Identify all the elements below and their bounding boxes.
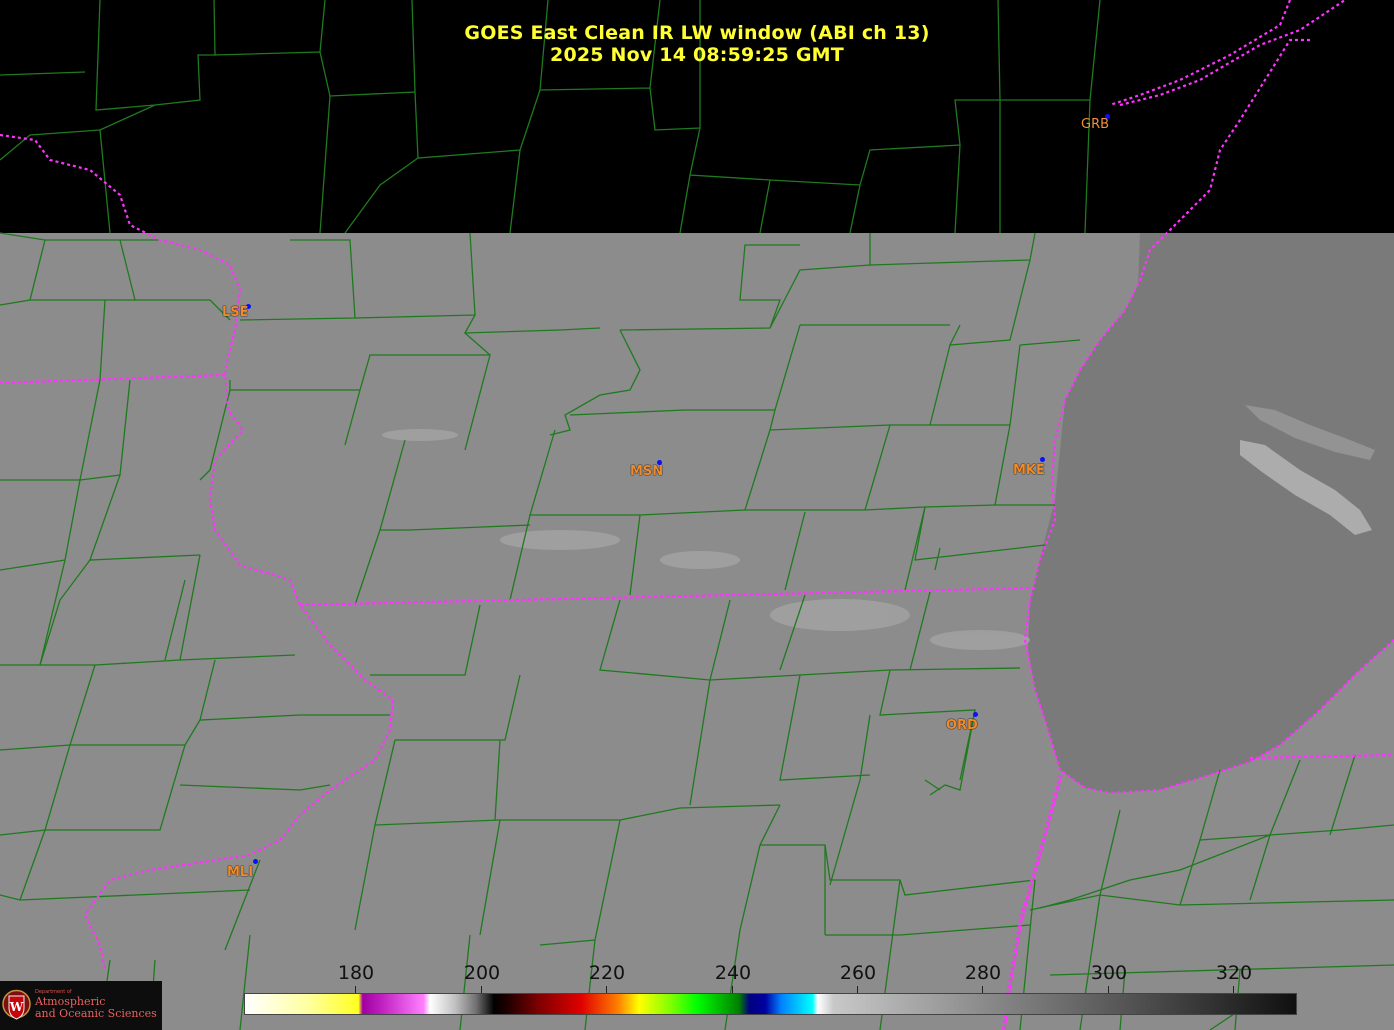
title-line-2: 2025 Nov 14 08:59:25 GMT xyxy=(550,44,844,66)
tick-label-260: 260 xyxy=(839,962,877,984)
tick-mark-260 xyxy=(857,986,858,993)
tick-mark-240 xyxy=(732,986,733,993)
station-dot-mke xyxy=(1040,457,1045,462)
station-dot-mli xyxy=(253,859,258,864)
station-label-grb: GRB xyxy=(1081,117,1110,132)
tick-mark-300 xyxy=(1108,986,1109,993)
tick-mark-220 xyxy=(606,986,607,993)
station-label-mli: MLI xyxy=(227,865,254,880)
tick-label-320: 320 xyxy=(1215,962,1253,984)
aos-logo: W Department of Atmospheric and Oceanic … xyxy=(0,981,162,1030)
tick-mark-200 xyxy=(481,986,482,993)
station-dot-ord xyxy=(973,712,978,717)
satellite-map xyxy=(0,0,1394,1030)
station-label-msn: MSN xyxy=(630,464,664,479)
tick-label-220: 220 xyxy=(588,962,626,984)
station-label-lse: LSE xyxy=(222,305,249,320)
svg-text:W: W xyxy=(9,1000,24,1014)
logo-line-2: and Oceanic Sciences xyxy=(35,1007,157,1020)
temperature-colorbar xyxy=(244,993,1297,1015)
tick-label-200: 200 xyxy=(463,962,501,984)
tick-mark-280 xyxy=(982,986,983,993)
station-label-mke: MKE xyxy=(1013,463,1045,478)
tick-label-300: 300 xyxy=(1090,962,1128,984)
tick-label-240: 240 xyxy=(714,962,752,984)
station-label-ord: ORD xyxy=(946,718,978,733)
tick-mark-180 xyxy=(355,986,356,993)
tick-label-180: 180 xyxy=(337,962,375,984)
uw-crest-icon: W xyxy=(2,989,31,1020)
tick-label-280: 280 xyxy=(964,962,1002,984)
tick-mark-320 xyxy=(1233,986,1234,993)
title-line-1: GOES East Clean IR LW window (ABI ch 13) xyxy=(464,22,930,44)
